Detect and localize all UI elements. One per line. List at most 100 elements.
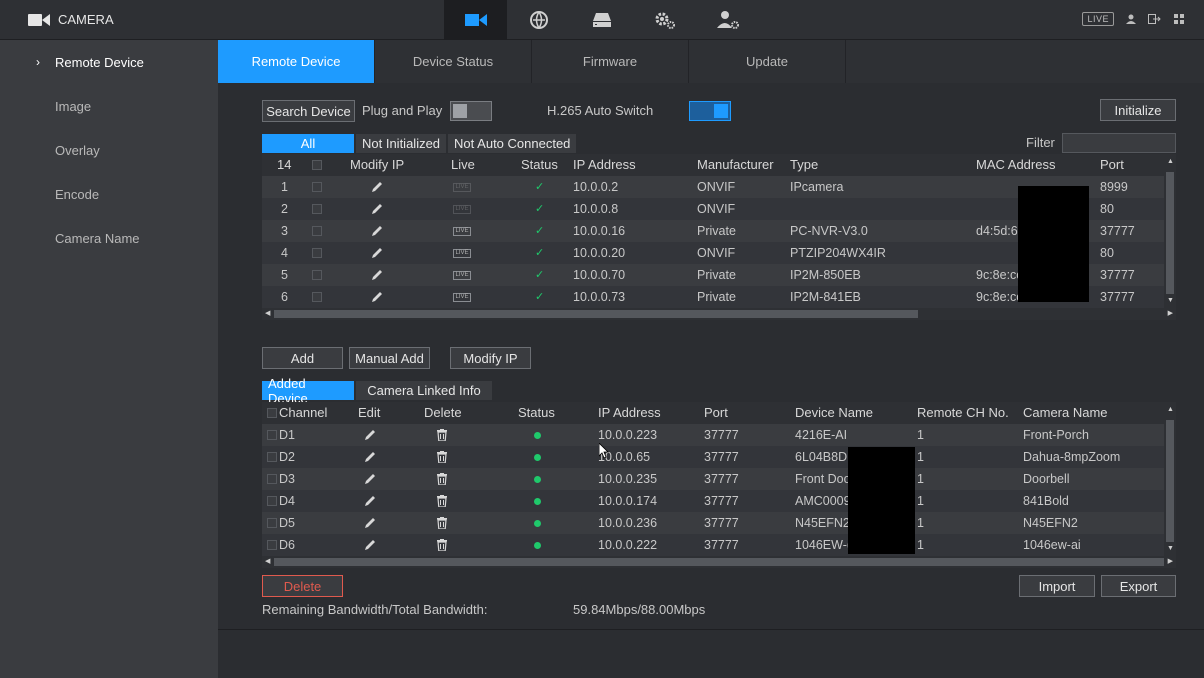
row-checkbox[interactable] bbox=[267, 430, 277, 440]
user-icon[interactable] bbox=[1124, 12, 1138, 26]
edit-pencil-icon[interactable] bbox=[363, 428, 377, 442]
port: 37777 bbox=[1100, 290, 1135, 304]
modify-ip-button[interactable]: Modify IP bbox=[450, 347, 531, 369]
plug-and-play-toggle[interactable] bbox=[450, 101, 492, 121]
sidebar-item-label: Overlay bbox=[55, 142, 100, 158]
sidebar-item-image[interactable]: Image bbox=[0, 84, 218, 128]
tab-firmware[interactable]: Firmware bbox=[532, 40, 689, 83]
nav-camera[interactable] bbox=[444, 0, 507, 40]
vertical-scrollbar[interactable]: ▲ ▼ bbox=[1164, 402, 1176, 556]
scroll-down-icon[interactable]: ▼ bbox=[1167, 545, 1174, 552]
edit-pencil-icon[interactable] bbox=[363, 538, 377, 552]
port: 37777 bbox=[704, 428, 739, 442]
h265-auto-switch-toggle[interactable] bbox=[689, 101, 731, 121]
device-name: N45EFN2 bbox=[795, 516, 850, 530]
nav-account[interactable] bbox=[696, 0, 759, 40]
scroll-up-icon[interactable]: ▲ bbox=[1167, 406, 1174, 413]
tab-device-status[interactable]: Device Status bbox=[375, 40, 532, 83]
remote-ch-no: 1 bbox=[917, 428, 924, 442]
logout-icon[interactable] bbox=[1148, 12, 1162, 26]
nav-storage[interactable] bbox=[570, 0, 633, 40]
initialize-button[interactable]: Initialize bbox=[1100, 99, 1176, 121]
scroll-right-icon[interactable]: ▶ bbox=[1168, 309, 1173, 317]
scroll-up-icon[interactable]: ▲ bbox=[1167, 158, 1174, 165]
filter-all[interactable]: All bbox=[262, 134, 354, 153]
table-row[interactable]: D2 10.0.0.65 37777 6L04B8D 1 Dahua-8mpZo… bbox=[262, 446, 1164, 468]
tab-remote-device[interactable]: Remote Device bbox=[218, 40, 375, 83]
delete-button[interactable]: Delete bbox=[262, 575, 343, 597]
camera-name: Front-Porch bbox=[1023, 428, 1089, 442]
horizontal-scrollbar[interactable]: ◀ ▶ bbox=[262, 308, 1176, 320]
scroll-down-icon[interactable]: ▼ bbox=[1167, 297, 1174, 304]
live-icon[interactable]: LIVE bbox=[453, 249, 471, 258]
edit-pencil-icon[interactable] bbox=[370, 202, 384, 216]
live-icon[interactable]: LIVE bbox=[453, 227, 471, 236]
vertical-scrollbar[interactable]: ▲ ▼ bbox=[1164, 154, 1176, 308]
col-camera-name: Camera Name bbox=[1023, 405, 1108, 420]
row-checkbox[interactable] bbox=[312, 270, 322, 280]
tab-camera-linked-info[interactable]: Camera Linked Info bbox=[356, 381, 492, 400]
live-icon[interactable]: LIVE bbox=[453, 183, 471, 192]
row-checkbox[interactable] bbox=[267, 452, 277, 462]
row-checkbox[interactable] bbox=[267, 496, 277, 506]
table-row[interactable]: D5 10.0.0.236 37777 N45EFN2 1 N45EFN2 bbox=[262, 512, 1164, 534]
live-icon[interactable]: LIVE bbox=[453, 271, 471, 280]
row-checkbox[interactable] bbox=[312, 226, 322, 236]
search-device-button[interactable]: Search Device bbox=[262, 100, 355, 122]
edit-pencil-icon[interactable] bbox=[370, 268, 384, 282]
edit-pencil-icon[interactable] bbox=[370, 180, 384, 194]
select-all-checkbox[interactable] bbox=[312, 160, 322, 170]
row-checkbox[interactable] bbox=[267, 474, 277, 484]
edit-pencil-icon[interactable] bbox=[370, 246, 384, 260]
select-all-checkbox[interactable] bbox=[267, 408, 277, 418]
table-row[interactable]: D3 10.0.0.235 37777 Front Doo 1 Doorbell bbox=[262, 468, 1164, 490]
export-button[interactable]: Export bbox=[1101, 575, 1176, 597]
import-button[interactable]: Import bbox=[1019, 575, 1095, 597]
scroll-left-icon[interactable]: ◀ bbox=[265, 309, 270, 317]
row-checkbox[interactable] bbox=[312, 182, 322, 192]
edit-pencil-icon[interactable] bbox=[363, 450, 377, 464]
add-button[interactable]: Add bbox=[262, 347, 343, 369]
trash-icon[interactable] bbox=[436, 495, 448, 507]
filter-input[interactable] bbox=[1062, 133, 1176, 153]
horizontal-scrollbar[interactable]: ◀ ▶ bbox=[262, 556, 1176, 568]
row-checkbox[interactable] bbox=[267, 540, 277, 550]
sidebar-item-overlay[interactable]: Overlay bbox=[0, 128, 218, 172]
live-icon[interactable]: LIVE bbox=[453, 205, 471, 214]
edit-pencil-icon[interactable] bbox=[370, 290, 384, 304]
ip-address: 10.0.0.20 bbox=[573, 246, 626, 260]
sidebar-item-camera-name[interactable]: Camera Name bbox=[0, 216, 218, 260]
edit-pencil-icon[interactable] bbox=[363, 472, 377, 486]
trash-icon[interactable] bbox=[436, 429, 448, 441]
row-checkbox[interactable] bbox=[312, 204, 322, 214]
trash-icon[interactable] bbox=[436, 517, 448, 529]
edit-pencil-icon[interactable] bbox=[363, 516, 377, 530]
trash-icon[interactable] bbox=[436, 473, 448, 485]
table-row[interactable]: D1 10.0.0.223 37777 4216E-AI 1 Front-Por… bbox=[262, 424, 1164, 446]
row-checkbox[interactable] bbox=[312, 248, 322, 258]
filter-not-auto-connected[interactable]: Not Auto Connected bbox=[448, 134, 577, 153]
sidebar-item-remote-device[interactable]: › Remote Device bbox=[0, 40, 218, 84]
scroll-right-icon[interactable]: ▶ bbox=[1168, 557, 1173, 565]
trash-icon[interactable] bbox=[436, 539, 448, 551]
table-row[interactable]: D4 10.0.0.174 37777 AMC0009 1 841Bold bbox=[262, 490, 1164, 512]
trash-icon[interactable] bbox=[436, 451, 448, 463]
grid-icon[interactable] bbox=[1172, 12, 1186, 26]
nav-network[interactable] bbox=[507, 0, 570, 40]
sidebar-item-encode[interactable]: Encode bbox=[0, 172, 218, 216]
row-checkbox[interactable] bbox=[312, 292, 322, 302]
tab-added-device[interactable]: Added Device bbox=[262, 376, 354, 406]
tab-update[interactable]: Update bbox=[689, 40, 846, 83]
manual-add-button[interactable]: Manual Add bbox=[349, 347, 430, 369]
row-checkbox[interactable] bbox=[267, 518, 277, 528]
port: 80 bbox=[1100, 246, 1114, 260]
table-row[interactable]: D6 10.0.0.222 37777 1046EW-( 1 1046ew-ai bbox=[262, 534, 1164, 556]
edit-pencil-icon[interactable] bbox=[370, 224, 384, 238]
live-button[interactable]: LIVE bbox=[1082, 12, 1114, 26]
live-icon[interactable]: LIVE bbox=[453, 293, 471, 302]
scroll-left-icon[interactable]: ◀ bbox=[265, 557, 270, 565]
app-title-label: CAMERA bbox=[58, 12, 114, 27]
nav-settings[interactable] bbox=[633, 0, 696, 40]
filter-not-initialized[interactable]: Not Initialized bbox=[356, 134, 447, 153]
edit-pencil-icon[interactable] bbox=[363, 494, 377, 508]
